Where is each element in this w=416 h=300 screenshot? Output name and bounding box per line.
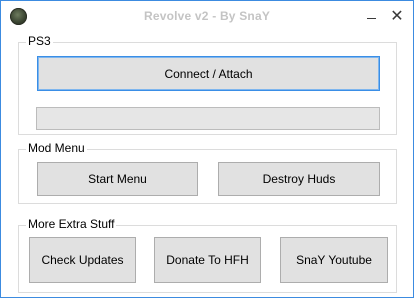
more-extra-stuff-group-label: More Extra Stuff — [26, 217, 117, 231]
close-icon: ✕ — [390, 8, 404, 25]
snay-youtube-button[interactable]: SnaY Youtube — [280, 237, 388, 283]
connect-attach-button[interactable]: Connect / Attach — [37, 56, 380, 91]
close-button[interactable]: ✕ — [384, 4, 410, 28]
title-bar[interactable]: Revolve v2 - By SnaY ✕ — [1, 1, 413, 31]
minimize-icon — [366, 17, 376, 19]
start-menu-button[interactable]: Start Menu — [37, 162, 198, 196]
ps3-group: PS3 Connect / Attach — [18, 34, 397, 135]
mod-menu-group: Mod Menu Start Menu Destroy Huds — [18, 141, 397, 204]
mod-menu-group-label: Mod Menu — [26, 141, 87, 155]
minimize-button[interactable] — [358, 4, 384, 28]
check-updates-button[interactable]: Check Updates — [29, 237, 136, 283]
connection-progress-bar — [36, 107, 380, 130]
donate-to-hfh-button[interactable]: Donate To HFH — [154, 237, 261, 283]
destroy-huds-button[interactable]: Destroy Huds — [218, 162, 380, 196]
app-window: Revolve v2 - By SnaY ✕ PS3 Connect / Att… — [0, 0, 414, 298]
more-extra-stuff-group: More Extra Stuff Check Updates Donate To… — [18, 217, 397, 293]
ps3-group-label: PS3 — [26, 34, 53, 48]
window-title: Revolve v2 - By SnaY — [143, 9, 271, 23]
